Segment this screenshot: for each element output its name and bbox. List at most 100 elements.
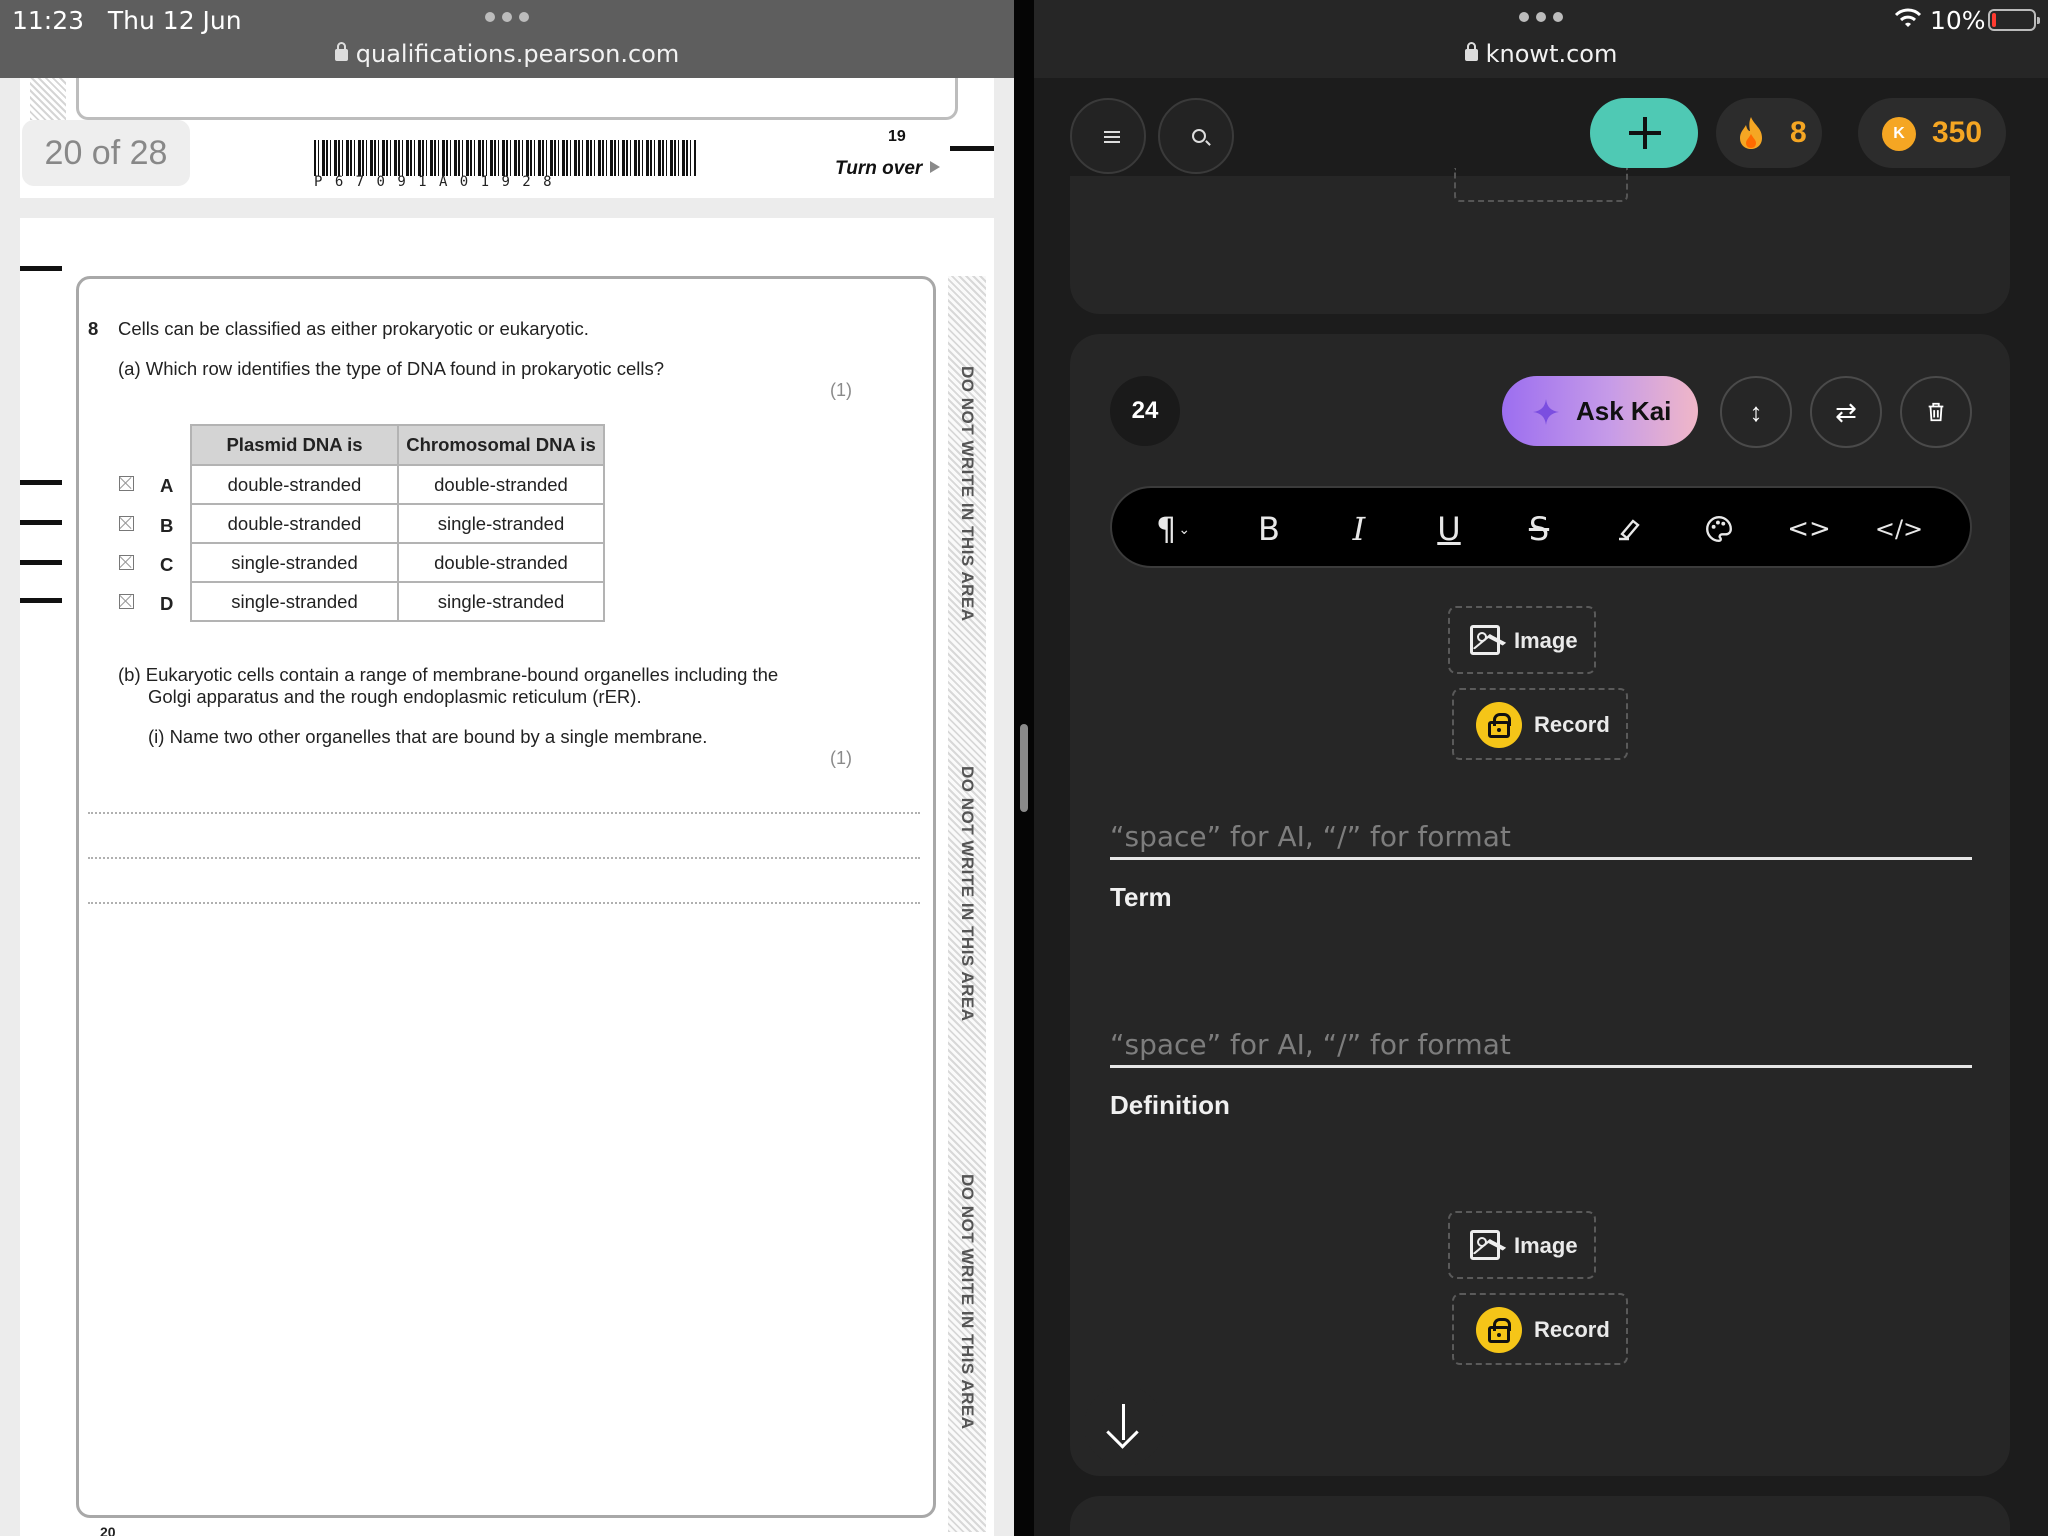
- table-cell: single-stranded: [190, 581, 399, 622]
- option-a-checkbox[interactable]: [119, 476, 134, 491]
- lock-icon: [1464, 42, 1478, 61]
- right-url-text: knowt.com: [1485, 40, 1618, 68]
- question-number: 8: [88, 318, 99, 339]
- option-d-checkbox[interactable]: [119, 594, 134, 609]
- definition-input[interactable]: “space” for AI, “/” for format: [1110, 1028, 1972, 1068]
- ask-kai-button[interactable]: Ask Kai: [1502, 376, 1698, 446]
- term-record-button[interactable]: Record: [1452, 688, 1628, 760]
- previous-answer-box: [76, 78, 958, 120]
- table-row: single-stranded single-stranded: [190, 581, 605, 622]
- resize-button[interactable]: ↕: [1720, 376, 1792, 448]
- arrow-down-icon: [1122, 1404, 1125, 1440]
- table-cell: single-stranded: [397, 581, 605, 622]
- table-cell: single-stranded: [190, 542, 399, 583]
- battery-level-fill: [1992, 13, 1996, 27]
- previous-record-button[interactable]: [1454, 168, 1628, 202]
- hatched-margin: [30, 78, 66, 120]
- question-stem: Cells can be classified as either prokar…: [118, 318, 589, 339]
- lock-icon: [1476, 1307, 1522, 1353]
- palette-icon[interactable]: [1694, 504, 1744, 554]
- right-url-field[interactable]: knowt.com: [1034, 40, 2048, 68]
- margin-warning: DO NOT WRITE IN THIS AREA: [958, 366, 977, 622]
- part-a-marks: (1): [830, 380, 852, 400]
- definition-record-label: Record: [1534, 1317, 1610, 1342]
- term-label: Term: [1110, 882, 1172, 912]
- answer-line[interactable]: [88, 902, 920, 904]
- turn-over-label: Turn over: [835, 158, 941, 180]
- term-image-button[interactable]: Image: [1448, 606, 1596, 674]
- search-icon: [1192, 129, 1206, 143]
- sparkle-icon: [1533, 399, 1559, 425]
- fire-icon: [1740, 117, 1762, 149]
- underline-icon[interactable]: U: [1424, 504, 1474, 554]
- card-number: 24: [1110, 376, 1180, 446]
- page-tick: [950, 146, 994, 151]
- definition-image-button[interactable]: Image: [1448, 1211, 1596, 1279]
- left-url-text: qualifications.pearson.com: [355, 40, 680, 68]
- part-b-i-marks: (1): [830, 748, 852, 768]
- definition-image-label: Image: [1514, 1233, 1578, 1258]
- next-flashcard: [1070, 1496, 2010, 1536]
- left-url-field[interactable]: qualifications.pearson.com: [0, 40, 1014, 68]
- swap-button[interactable]: ⇄: [1810, 376, 1882, 448]
- table-cell: double-stranded: [397, 542, 605, 583]
- inline-code-icon[interactable]: <>: [1784, 504, 1834, 554]
- question-part-b-continued: Golgi apparatus and the rough endoplasmi…: [148, 686, 642, 707]
- page-gap: [0, 198, 1014, 218]
- split-view-handle[interactable]: [1020, 724, 1028, 812]
- scroll-down-button[interactable]: [1084, 1386, 1164, 1466]
- menu-button[interactable]: [1070, 98, 1146, 174]
- highlighter-icon[interactable]: [1604, 504, 1654, 554]
- term-record-label: Record: [1534, 712, 1610, 737]
- battery-percent: 10%: [1930, 6, 1986, 35]
- add-button[interactable]: [1590, 98, 1698, 168]
- definition-record-button[interactable]: Record: [1452, 1293, 1628, 1365]
- status-date-text: Thu 12 Jun: [107, 6, 242, 35]
- coins-count: 350: [1932, 116, 1983, 149]
- margin-tick: [20, 520, 62, 525]
- code-block-icon[interactable]: </>: [1874, 504, 1924, 554]
- formatting-toolbar: ¶ ⌄ B I U S <> </>: [1110, 486, 1972, 568]
- streak-badge[interactable]: 8: [1716, 98, 1822, 168]
- option-letter: C: [160, 554, 174, 575]
- paragraph-icon[interactable]: ¶ ⌄: [1142, 504, 1204, 554]
- margin-tick: [20, 480, 62, 485]
- margin-tick: [20, 598, 62, 603]
- status-time-text: 11:23: [12, 6, 85, 35]
- image-icon: [1470, 1230, 1500, 1260]
- bold-icon[interactable]: B: [1244, 504, 1294, 554]
- margin-tick: [20, 266, 62, 271]
- definition-label: Definition: [1110, 1090, 1230, 1120]
- term-input[interactable]: “space” for AI, “/” for format: [1110, 820, 1972, 860]
- option-c-checkbox[interactable]: [119, 555, 134, 570]
- margin-warning: DO NOT WRITE IN THIS AREA: [958, 766, 977, 1022]
- search-button[interactable]: [1158, 98, 1234, 174]
- table-header: Chromosomal DNA is: [397, 424, 605, 466]
- swap-arrows-icon: ⇄: [1835, 397, 1857, 427]
- vertical-arrows-icon: ↕: [1749, 397, 1763, 427]
- coin-icon: K: [1882, 117, 1916, 151]
- answer-line[interactable]: [88, 857, 920, 859]
- option-letter: B: [160, 515, 174, 536]
- strikethrough-icon[interactable]: S: [1514, 504, 1564, 554]
- status-time: 11:23 Thu 12 Jun: [12, 6, 242, 35]
- turn-over-arrow-icon: [930, 161, 941, 173]
- table-row: single-stranded double-stranded: [190, 542, 605, 583]
- option-b-checkbox[interactable]: [119, 516, 134, 531]
- page-number: 19: [888, 128, 906, 145]
- delete-button[interactable]: [1900, 376, 1972, 448]
- italic-icon[interactable]: I: [1334, 504, 1384, 554]
- answer-line[interactable]: [88, 812, 920, 814]
- table-cell: double-stranded: [190, 464, 399, 505]
- turn-over-text: Turn over: [835, 158, 923, 179]
- image-icon: [1470, 625, 1500, 655]
- question-part-a: (a) Which row identifies the type of DNA…: [118, 358, 664, 379]
- status-bar: 11:23 Thu 12 Jun 10%: [0, 0, 2048, 40]
- lock-icon: [334, 42, 348, 61]
- page-footer-number: 20: [100, 1524, 116, 1536]
- dna-options-table: Plasmid DNA is Chromosomal DNA is double…: [190, 424, 605, 622]
- battery-icon: [1988, 9, 2040, 31]
- option-letter: D: [160, 593, 174, 614]
- barcode-text: P67091A01928: [314, 174, 564, 190]
- coins-badge[interactable]: K 350: [1858, 98, 2006, 168]
